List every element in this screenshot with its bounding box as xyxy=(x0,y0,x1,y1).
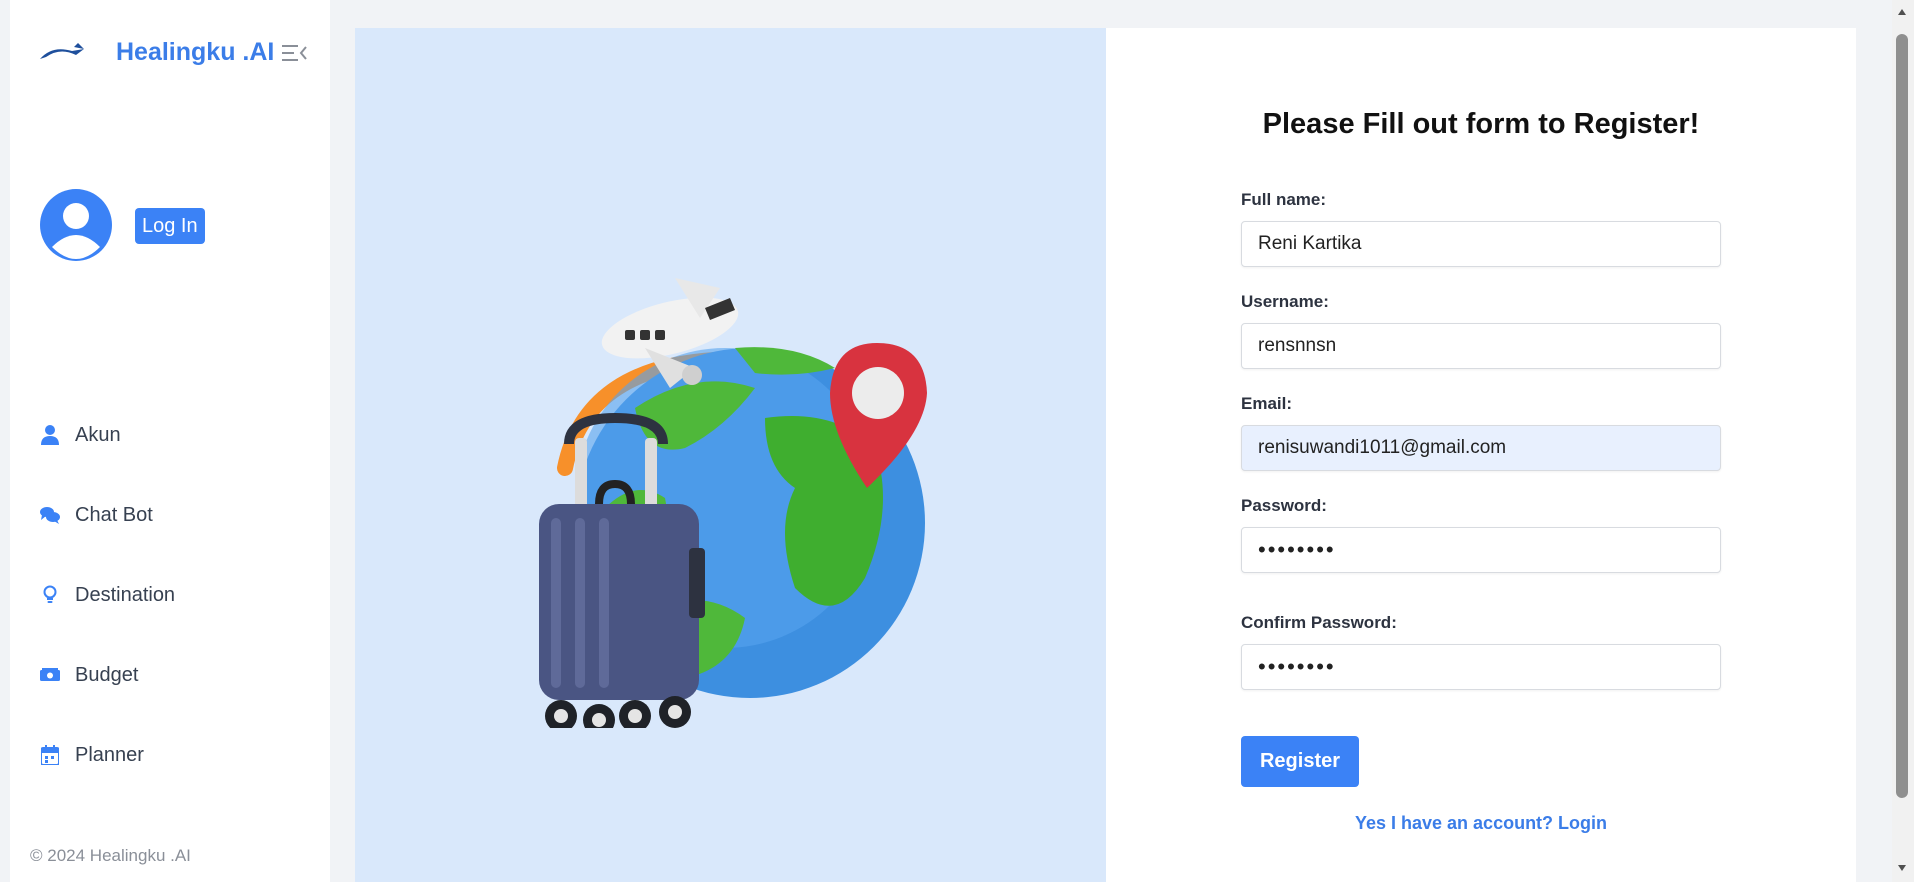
username-field[interactable]: rensnnsn xyxy=(1241,323,1721,369)
scroll-up-arrow-icon[interactable] xyxy=(1896,6,1908,18)
menu-collapse-icon[interactable] xyxy=(282,43,308,63)
sidebar-item-label: Akun xyxy=(75,423,121,446)
sidebar-item-label: Planner xyxy=(75,743,144,766)
money-icon xyxy=(40,665,60,685)
sidebar-item-akun[interactable]: Akun xyxy=(40,395,175,475)
illustration-panel xyxy=(355,28,1106,882)
travel-illustration xyxy=(539,278,927,728)
login-button[interactable]: Log In xyxy=(135,208,205,244)
sidebar-item-destination[interactable]: Destination xyxy=(40,555,175,635)
scrollbar-thumb[interactable] xyxy=(1896,34,1908,798)
sidebar-item-budget[interactable]: Budget xyxy=(40,635,175,715)
confirm-password-field[interactable]: •••••••• xyxy=(1241,644,1721,690)
calendar-icon xyxy=(40,745,60,765)
lightbulb-icon xyxy=(40,585,60,605)
password-field[interactable]: •••••••• xyxy=(1241,527,1721,573)
brand-logo-icon xyxy=(40,42,84,59)
copyright-footer: © 2024 Healingku .AI xyxy=(30,846,191,865)
sidebar-item-label: Budget xyxy=(75,663,139,686)
register-button[interactable]: Register xyxy=(1241,736,1359,787)
confirm-password-label: Confirm Password: xyxy=(1241,613,1397,632)
username-label: Username: xyxy=(1241,292,1329,311)
scroll-down-arrow-icon[interactable] xyxy=(1896,862,1908,874)
register-panel: Please Fill out form to Register! Full n… xyxy=(1106,28,1856,882)
sidebar-item-label: Destination xyxy=(75,583,176,606)
sidebar-item-chat-bot[interactable]: Chat Bot xyxy=(40,475,175,555)
password-label: Password: xyxy=(1241,496,1327,515)
user-icon xyxy=(40,425,60,445)
email-field[interactable]: renisuwandi1011@gmail.com xyxy=(1241,425,1721,471)
login-link[interactable]: Yes I have an account? Login xyxy=(1106,813,1856,834)
full-name-field[interactable]: Reni Kartika xyxy=(1241,221,1721,267)
email-label: Email: xyxy=(1241,394,1293,413)
sidebar-item-planner[interactable]: Planner xyxy=(40,715,175,795)
comments-icon xyxy=(40,505,60,525)
brand[interactable]: Healingku .AI xyxy=(38,38,274,67)
avatar-icon xyxy=(40,189,112,261)
sidebar: Healingku .AI Log In Akun Chat Bot Desti… xyxy=(10,0,330,882)
form-title: Please Fill out form to Register! xyxy=(1262,108,1700,140)
sidebar-nav: Akun Chat Bot Destination Budget Planner xyxy=(40,395,175,795)
sidebar-item-label: Chat Bot xyxy=(75,503,153,526)
full-name-label: Full name: xyxy=(1241,190,1327,209)
brand-name: Healingku .AI xyxy=(116,38,275,66)
